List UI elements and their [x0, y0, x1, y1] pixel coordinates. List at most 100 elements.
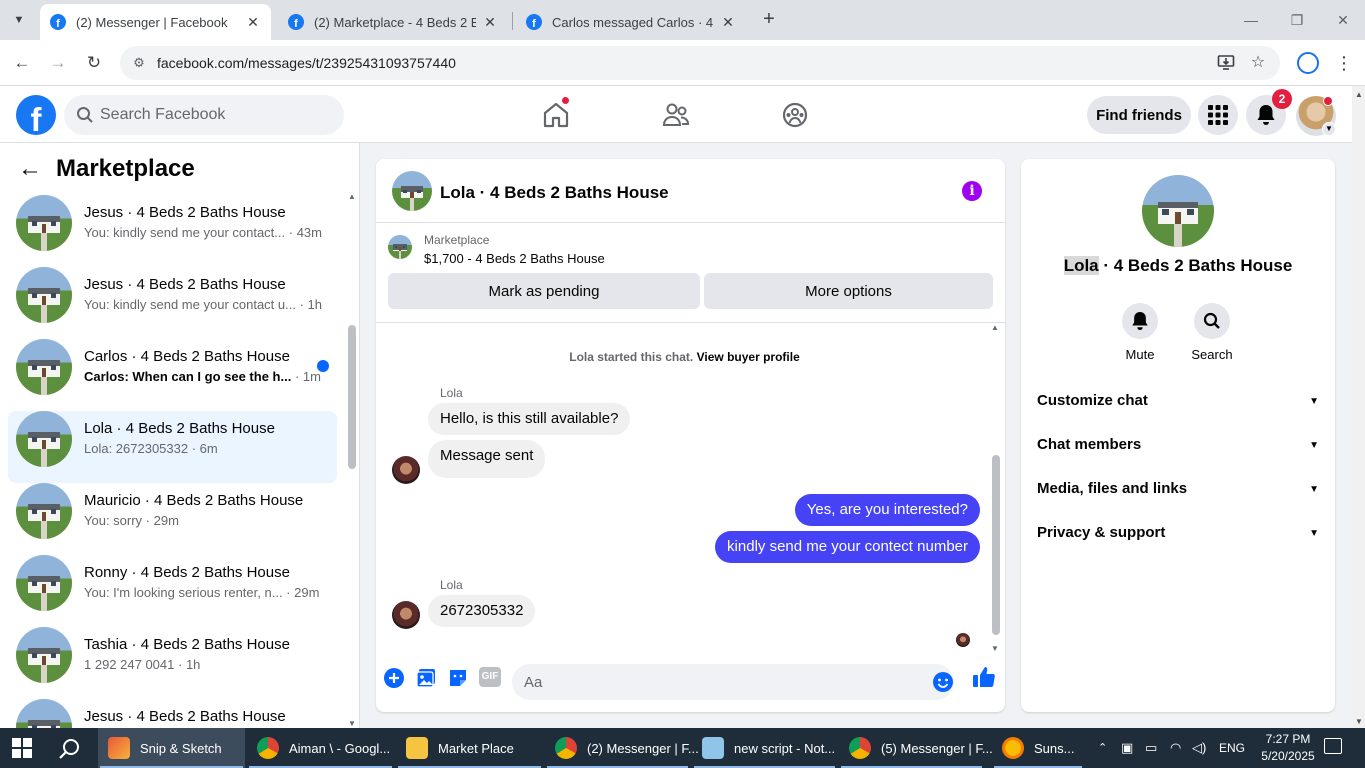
sidebar-scrollbar[interactable]: ▲ ▼: [346, 192, 358, 728]
friends-nav-icon[interactable]: [659, 98, 693, 132]
scroll-up-arrow-icon[interactable]: ▲: [348, 192, 356, 201]
find-friends-button[interactable]: Find friends: [1087, 96, 1191, 134]
tray-clock[interactable]: 7:27 PM 5/20/2025: [1255, 731, 1321, 765]
tab-close-icon[interactable]: ✕: [245, 14, 261, 31]
chat-scroll-thumb[interactable]: [992, 455, 1000, 635]
gif-icon[interactable]: GIF: [479, 667, 501, 687]
page-scrollbar[interactable]: ▲ ▼: [1352, 86, 1365, 728]
scroll-up-arrow-icon[interactable]: ▲: [1355, 90, 1363, 99]
url-text[interactable]: facebook.com/messages/t/2392543109375744…: [157, 55, 456, 71]
facebook-search-box[interactable]: [64, 95, 344, 135]
chat-scrollbar[interactable]: ▲ ▼: [990, 323, 1002, 653]
listing-price[interactable]: $1,700 - 4 Beds 2 Baths House: [424, 251, 605, 266]
tab-close-icon[interactable]: ✕: [482, 14, 498, 31]
browser-tab-carlos[interactable]: f Carlos messaged Carlos · 4 Beds ✕: [516, 4, 746, 40]
chat-title[interactable]: Lola · 4 Beds 2 Baths House: [440, 183, 669, 203]
home-nav-icon[interactable]: [539, 96, 573, 132]
menu-grid-icon[interactable]: [1198, 95, 1238, 135]
browser-tab-marketplace[interactable]: f (2) Marketplace - 4 Beds 2 Bath ✕: [278, 4, 508, 40]
taskbar-snip-sketch[interactable]: Snip & Sketch: [98, 728, 245, 768]
new-tab-icon[interactable]: +: [758, 8, 780, 32]
message-bubble-in[interactable]: Hello, is this still available?: [428, 403, 631, 435]
taskbar-search-icon[interactable]: [58, 737, 82, 761]
message-sender: Lola: [440, 386, 463, 400]
browser-menu-icon[interactable]: ⋮: [1334, 50, 1354, 76]
facebook-logo-icon[interactable]: f: [16, 95, 56, 135]
tab-search-menu-icon[interactable]: ▼: [6, 8, 32, 32]
chat-avatar[interactable]: [392, 171, 432, 211]
more-options-button[interactable]: More options: [704, 273, 993, 309]
message-bubble-in[interactable]: 2672305332: [428, 595, 536, 627]
photo-icon[interactable]: [415, 667, 437, 689]
account-chevron-icon[interactable]: ▼: [1322, 122, 1336, 136]
conversation-item[interactable]: Lola · 4 Beds 2 Baths House Lola: 2672305…: [8, 411, 337, 483]
message-input-box[interactable]: [512, 664, 954, 700]
sender-avatar[interactable]: [392, 601, 420, 629]
thumbs-up-icon[interactable]: [972, 665, 996, 689]
message-bubble-out[interactable]: Yes, are you interested?: [794, 494, 980, 526]
media-files-links-row[interactable]: Media, files and links ▼: [1037, 480, 1319, 504]
tray-wifi-icon[interactable]: ◠: [1170, 728, 1181, 768]
chat-members-row[interactable]: Chat members ▼: [1037, 436, 1319, 460]
facebook-search-input[interactable]: [100, 95, 330, 135]
emoji-icon[interactable]: [932, 671, 954, 693]
taskbar-chrome-messenger-5[interactable]: (5) Messenger | F...: [839, 728, 993, 768]
search-conversation-button[interactable]: Search: [1184, 303, 1240, 362]
sender-avatar[interactable]: [392, 456, 420, 484]
reload-icon[interactable]: ↻: [81, 50, 107, 76]
conversation-avatar[interactable]: [1142, 175, 1214, 247]
taskbar-weather[interactable]: Suns...: [992, 728, 1084, 768]
taskbar-market-place-folder[interactable]: Market Place: [396, 728, 543, 768]
conversation-item[interactable]: Ronny · 4 Beds 2 Baths House You: I'm loo…: [8, 555, 337, 627]
taskbar-chrome-aiman[interactable]: Aiman \ - Googl...: [247, 728, 394, 768]
forward-icon[interactable]: →: [45, 50, 71, 76]
taskbar-chrome-messenger-2[interactable]: (2) Messenger | F...: [545, 728, 699, 768]
tray-language[interactable]: ENG: [1219, 728, 1245, 768]
conversation-item[interactable]: Mauricio · 4 Beds 2 Baths House You: sorr…: [8, 483, 337, 555]
snippet-time: 6m: [199, 441, 218, 456]
scroll-up-arrow-icon[interactable]: ▲: [991, 323, 999, 332]
customize-chat-row[interactable]: Customize chat ▼: [1037, 392, 1319, 416]
groups-nav-icon[interactable]: [778, 98, 812, 132]
tray-battery-icon[interactable]: ▭: [1145, 728, 1157, 768]
plus-circle-icon[interactable]: [383, 667, 405, 689]
message-bubble-out[interactable]: kindly send me your contect number: [715, 531, 980, 563]
message-bubble-in[interactable]: Message sent: [428, 440, 546, 478]
tray-chevron-up-icon[interactable]: ⌃: [1098, 728, 1107, 768]
install-app-icon[interactable]: [1216, 53, 1236, 73]
restore-icon[interactable]: ❐: [1283, 8, 1311, 32]
back-icon[interactable]: ←: [9, 50, 35, 76]
conversation-item[interactable]: Carlos · 4 Beds 2 Baths House Carlos: Whe…: [8, 339, 337, 411]
close-window-icon[interactable]: ✕: [1329, 8, 1357, 32]
mark-as-pending-button[interactable]: Mark as pending: [388, 273, 700, 309]
sidebar-scroll-thumb[interactable]: [348, 325, 356, 469]
conversation-item[interactable]: Jesus · 4 Beds 2 Baths House You: kindly …: [8, 195, 337, 267]
windows-start-icon[interactable]: [12, 738, 32, 758]
mute-button[interactable]: Mute: [1112, 303, 1168, 362]
scroll-down-arrow-icon[interactable]: ▼: [991, 644, 999, 653]
message-input[interactable]: [524, 664, 914, 700]
bookmark-star-icon[interactable]: ☆: [1248, 53, 1268, 73]
privacy-support-row[interactable]: Privacy & support ▼: [1037, 524, 1319, 548]
taskbar-notepad[interactable]: new script - Not...: [692, 728, 837, 768]
site-settings-icon[interactable]: ⚙: [130, 54, 148, 72]
chrome-icon: [849, 737, 871, 759]
scroll-down-arrow-icon[interactable]: ▼: [348, 719, 356, 728]
listing-thumbnail[interactable]: [388, 235, 412, 259]
action-center-icon[interactable]: [1324, 738, 1342, 754]
omnibox[interactable]: ⚙ facebook.com/messages/t/23925431093757…: [120, 46, 1280, 80]
back-arrow-icon[interactable]: ←: [18, 155, 48, 183]
conversation-item[interactable]: Jesus · 4 Beds 2 Baths House You: kindly …: [8, 267, 337, 339]
conversation-item[interactable]: Tashia · 4 Beds 2 Baths House 1 292 247 0…: [8, 627, 337, 699]
tray-volume-icon[interactable]: ◁): [1192, 728, 1206, 768]
browser-profile-icon[interactable]: [1297, 52, 1319, 74]
scroll-down-arrow-icon[interactable]: ▼: [1355, 717, 1363, 726]
info-icon[interactable]: i: [962, 181, 982, 201]
sticker-icon[interactable]: [447, 667, 469, 689]
conversation-item[interactable]: Jesus · 4 Beds 2 Baths House: [8, 699, 337, 728]
browser-tab-messenger[interactable]: f (2) Messenger | Facebook ✕: [40, 4, 271, 40]
tray-network-device-icon[interactable]: ▣: [1121, 728, 1133, 768]
view-buyer-profile-link[interactable]: View buyer profile: [697, 350, 800, 364]
minimize-icon[interactable]: —: [1237, 8, 1265, 32]
tab-close-icon[interactable]: ✕: [720, 14, 736, 31]
